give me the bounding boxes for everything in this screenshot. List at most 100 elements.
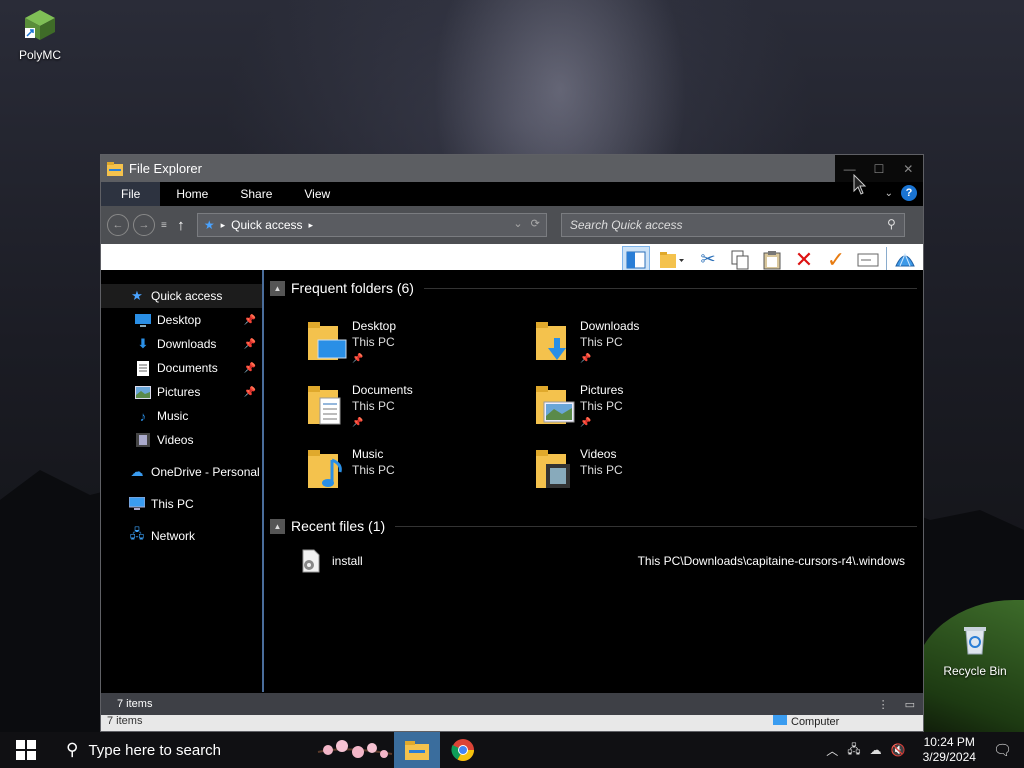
picture-icon [135, 384, 151, 400]
cherry-blossom-icon[interactable] [316, 732, 394, 768]
computer-icon [129, 496, 145, 512]
folder-location: This PC [580, 335, 623, 349]
search-icon[interactable]: ⚲ [887, 217, 896, 231]
nav-item-music[interactable]: ♪ Music [101, 404, 262, 428]
details-view-icon[interactable]: ⋮ [878, 698, 889, 711]
navigation-pane: ★ Quick access Desktop 📌 ⬇ Downloads 📌 D… [101, 270, 264, 692]
pin-icon: 📌 [580, 417, 592, 427]
recycle-bin-icon [964, 627, 986, 655]
status-bar: 7 items ⋮ ▭ [101, 693, 923, 715]
back-button[interactable]: ← [107, 214, 129, 236]
start-button[interactable] [0, 732, 52, 768]
pin-icon: 📌 [352, 353, 364, 363]
clock[interactable]: 10:24 PM 3/29/2024 [923, 735, 976, 765]
tab-share[interactable]: Share [224, 182, 288, 206]
taskbar-search[interactable]: ⚲ Type here to search [52, 732, 262, 768]
folder-name: Desktop [352, 319, 397, 333]
nav-item-label: Quick access [151, 289, 223, 303]
tab-file[interactable]: File [101, 182, 161, 206]
taskbar-search-text: Type here to search [88, 741, 222, 759]
nav-item-onedrive[interactable]: ☁ OneDrive - Personal [101, 460, 262, 484]
address-field[interactable]: ★ ▸ Quick access ▸ ⌄ ⟳ [196, 213, 547, 237]
group-divider [395, 525, 917, 527]
desktop-icon-polymc[interactable]: PolyMC [0, 8, 80, 62]
clock-date: 3/29/2024 [922, 750, 976, 764]
refresh-icon[interactable]: ⟳ [531, 217, 540, 230]
recent-file-name: install [332, 554, 363, 568]
polymc-icon [25, 10, 55, 40]
maximize-button[interactable]: ☐ [864, 155, 893, 182]
close-button[interactable]: ✕ [894, 155, 923, 182]
nav-item-label: Pictures [157, 385, 201, 399]
desktop-icon-label: PolyMC [18, 48, 61, 62]
nav-item-this-pc[interactable]: This PC [101, 492, 262, 516]
recent-files-header[interactable]: ▲ Recent files (1) [270, 512, 923, 540]
tab-home[interactable]: Home [160, 182, 224, 206]
frequent-folders-header[interactable]: ▲ Frequent folders (6) [270, 274, 923, 302]
nav-item-videos[interactable]: Videos [101, 428, 262, 452]
forward-button[interactable]: → [133, 214, 155, 236]
nav-item-network[interactable]: 🖧 Network [101, 524, 262, 548]
nav-item-label: Documents [157, 361, 218, 375]
collapse-icon[interactable]: ▲ [270, 280, 285, 296]
folder-location: This PC [352, 335, 395, 349]
nav-item-pictures[interactable]: Pictures 📌 [101, 380, 262, 404]
nav-item-desktop[interactable]: Desktop 📌 [101, 308, 262, 332]
folder-icon [405, 741, 429, 760]
nav-item-documents[interactable]: Documents 📌 [101, 356, 262, 380]
folder-tile-pictures[interactable]: Pictures This PC 📌 [532, 382, 732, 440]
recent-file-row[interactable]: install This PC\Downloads\capitaine-curs… [270, 546, 923, 576]
folder-tile-music[interactable]: Music This PC [304, 446, 504, 504]
address-dropdown-icon[interactable]: ⌄ [513, 217, 522, 230]
nav-item-label: This PC [151, 497, 194, 511]
notifications-icon[interactable]: 🗨 [993, 741, 1012, 759]
tab-view[interactable]: View [288, 182, 346, 206]
windows-logo-icon [16, 740, 36, 760]
group-title: Recent files (1) [291, 518, 386, 534]
window-titlebar[interactable]: File Explorer — ☐ ✕ [101, 155, 923, 182]
collapse-icon[interactable]: ▲ [270, 518, 285, 534]
breadcrumb-chevron-icon[interactable]: ▸ [309, 220, 314, 231]
search-input[interactable]: Search Quick access ⚲ [560, 213, 905, 237]
search-icon: ⚲ [66, 740, 79, 759]
folder-tile-videos[interactable]: Videos This PC [532, 446, 732, 504]
ribbon-tabs: File Home Share View ⌄ ? [101, 182, 923, 206]
breadcrumb-location[interactable]: Quick access [231, 218, 302, 232]
up-button[interactable]: ↑ [173, 214, 189, 236]
breadcrumb-chevron-icon: ▸ [220, 219, 226, 230]
explorer-body: ★ Quick access Desktop 📌 ⬇ Downloads 📌 D… [101, 270, 923, 692]
folder-tile-desktop[interactable]: Desktop This PC 📌 [304, 318, 504, 376]
taskbar-file-explorer[interactable] [394, 732, 440, 768]
address-bar: ← → ≡ ↑ ★ ▸ Quick access ▸ ⌄ ⟳ Search Qu… [101, 206, 923, 244]
taskbar-chrome[interactable] [440, 732, 486, 768]
folder-tile-documents[interactable]: Documents This PC 📌 [304, 382, 504, 440]
music-note-icon: ♪ [139, 408, 147, 424]
download-arrow-icon: ⬇ [137, 336, 149, 351]
status-location-label: Computer [791, 716, 840, 728]
help-icon[interactable]: ? [901, 185, 917, 201]
desktop-icon-recycle-bin[interactable]: Recycle Bin [935, 624, 1015, 678]
folder-location: This PC [580, 399, 623, 413]
nav-item-quick-access[interactable]: ★ Quick access [101, 284, 262, 308]
network-icon[interactable]: 🖧 [847, 740, 860, 761]
folder-name: Videos [580, 447, 617, 461]
pin-icon: 📌 [243, 362, 256, 374]
cloud-icon: ☁ [130, 464, 144, 479]
volume-muted-icon[interactable]: 🔇 [891, 743, 906, 757]
film-strip-icon [135, 432, 151, 448]
pin-icon: 📌 [352, 417, 364, 427]
pictures-folder-icon [536, 386, 575, 424]
onedrive-icon[interactable]: ☁ [870, 743, 882, 757]
show-hidden-icons-chevron-icon[interactable]: ︿ [826, 742, 838, 759]
folder-name: Documents [352, 383, 413, 397]
recent-locations-icon[interactable]: ≡ [161, 220, 167, 231]
expand-ribbon-chevron-icon[interactable]: ⌄ [885, 188, 893, 199]
document-icon [135, 360, 151, 376]
downloads-folder-icon [536, 322, 566, 360]
folder-tile-downloads[interactable]: Downloads This PC 📌 [532, 318, 732, 376]
file-explorer-window: File Explorer — ☐ ✕ File Home Share View… [100, 154, 924, 732]
large-icons-view-icon[interactable]: ▭ [905, 698, 915, 711]
nav-item-label: OneDrive - Personal [151, 465, 260, 479]
nav-item-downloads[interactable]: ⬇ Downloads 📌 [101, 332, 262, 356]
nav-item-label: Downloads [157, 337, 217, 351]
